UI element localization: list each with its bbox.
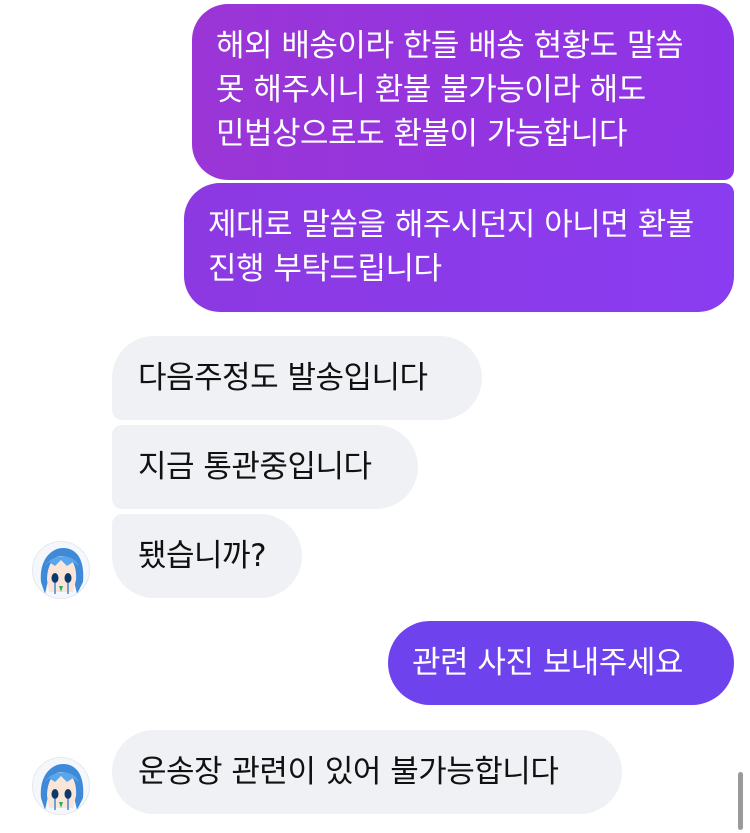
incoming-message-bubble[interactable]: 됐습니까?: [112, 514, 302, 598]
incoming-message-bubble[interactable]: 운송장 관련이 있어 불가능합니다: [112, 730, 622, 814]
sender-avatar-icon[interactable]: [32, 757, 90, 815]
scrollbar-thumb[interactable]: [738, 772, 743, 830]
incoming-message-bubble[interactable]: 지금 통관중입니다: [112, 425, 418, 509]
sender-avatar-icon[interactable]: [32, 541, 90, 599]
outgoing-message-bubble[interactable]: 관련 사진 보내주세요: [388, 621, 734, 705]
anime-avatar-icon: [33, 542, 89, 598]
chat-thread: 해외 배송이라 한들 배송 현황도 말씀 못 해주시니 환불 불가능이라 해도 …: [0, 0, 750, 833]
outgoing-message-bubble[interactable]: 제대로 말씀을 해주시던지 아니면 환불 진행 부탁드립니다: [184, 183, 734, 312]
outgoing-message-bubble[interactable]: 해외 배송이라 한들 배송 현황도 말씀 못 해주시니 환불 불가능이라 해도 …: [192, 4, 734, 180]
anime-avatar-icon: [33, 758, 89, 814]
incoming-message-bubble[interactable]: 다음주정도 발송입니다: [112, 336, 482, 420]
